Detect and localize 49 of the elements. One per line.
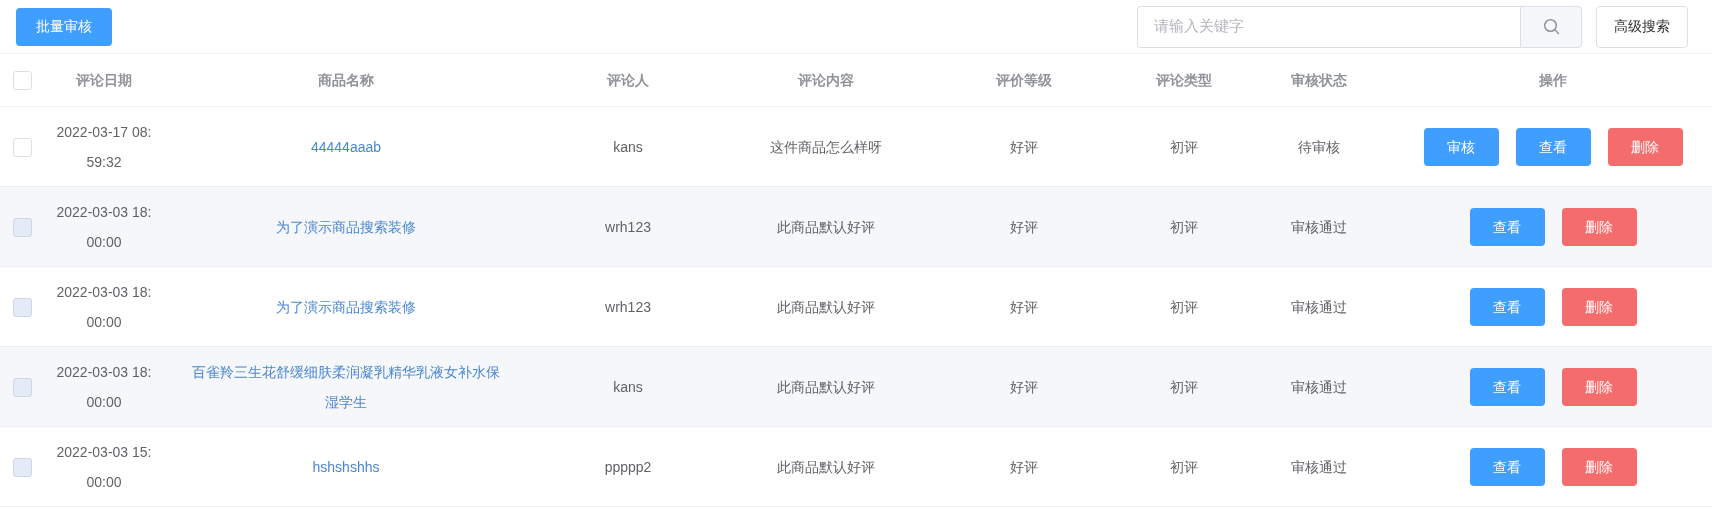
action-button[interactable]: 删除 bbox=[1607, 127, 1683, 166]
checkbox[interactable] bbox=[12, 138, 32, 158]
type-text: 初评 bbox=[1170, 458, 1198, 475]
batch-review-button[interactable]: 批量审核 bbox=[16, 7, 112, 46]
type-text: 初评 bbox=[1170, 138, 1198, 155]
action-button[interactable]: 查看 bbox=[1515, 127, 1591, 166]
rating-text: 好评 bbox=[1010, 138, 1038, 155]
date-text: 2022-03-03 18: 00:00 bbox=[56, 282, 152, 332]
comment-text: 此商品默认好评 bbox=[777, 378, 875, 395]
column-header: 评论日期 bbox=[76, 71, 132, 88]
column-header: 评论类型 bbox=[1156, 71, 1212, 88]
status-text: 审核通过 bbox=[1291, 218, 1347, 235]
rating-text: 好评 bbox=[1010, 298, 1038, 315]
status-text: 审核通过 bbox=[1291, 298, 1347, 315]
status-text: 待审核 bbox=[1298, 138, 1340, 155]
search-icon bbox=[1542, 18, 1560, 35]
commenter-name: kans bbox=[613, 138, 643, 155]
rating-text: 好评 bbox=[1010, 218, 1038, 235]
date-text: 2022-03-17 08: 59:32 bbox=[56, 122, 152, 172]
rating-text: 好评 bbox=[1010, 378, 1038, 395]
commenter-name: wrh123 bbox=[605, 298, 651, 315]
status-text: 审核通过 bbox=[1291, 458, 1347, 475]
column-header: 操作 bbox=[1539, 71, 1567, 88]
date-text: 2022-03-03 18: 00:00 bbox=[56, 362, 152, 412]
search-field[interactable]: 请输入关键字 bbox=[1137, 5, 1520, 48]
comment-text: 此商品默认好评 bbox=[777, 458, 875, 475]
checkbox[interactable] bbox=[12, 71, 32, 91]
comment-text: 这件商品怎么样呀 bbox=[770, 138, 882, 155]
commenter-name: ppppp2 bbox=[604, 458, 652, 475]
comment-text: 此商品默认好评 bbox=[777, 298, 875, 315]
search-button[interactable] bbox=[1520, 5, 1582, 48]
column-header: 审核状态 bbox=[1291, 71, 1347, 88]
date-text: 2022-03-03 15: 00:00 bbox=[56, 442, 152, 492]
column-header: 商品名称 bbox=[318, 71, 374, 88]
product-link[interactable]: 44444aaab bbox=[300, 131, 392, 162]
column-header: 评论内容 bbox=[798, 71, 854, 88]
commenter-name: wrh123 bbox=[605, 218, 651, 235]
date-text: 2022-03-03 18: 00:00 bbox=[56, 202, 152, 252]
type-text: 初评 bbox=[1170, 298, 1198, 315]
type-text: 初评 bbox=[1170, 378, 1198, 395]
status-text: 审核通过 bbox=[1291, 378, 1347, 395]
comment-text: 此商品默认好评 bbox=[777, 218, 875, 235]
column-header: 评价等级 bbox=[996, 71, 1052, 88]
action-button[interactable]: 审核 bbox=[1423, 127, 1499, 166]
type-text: 初评 bbox=[1170, 218, 1198, 235]
rating-text: 好评 bbox=[1010, 458, 1038, 475]
column-header: 评论人 bbox=[607, 71, 649, 88]
advanced-search-button[interactable]: 高级搜索 bbox=[1596, 5, 1688, 48]
commenter-name: kans bbox=[613, 378, 643, 395]
